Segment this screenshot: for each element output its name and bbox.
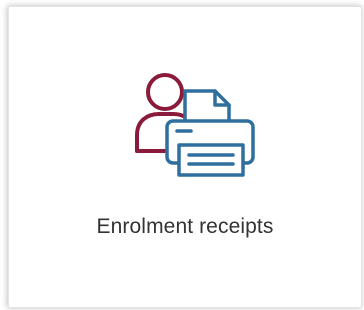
user-printer-icon-svg — [135, 73, 255, 177]
tile-label: Enrolment receipts — [96, 215, 274, 238]
user-printer-icon — [133, 67, 273, 187]
enrolment-receipts-tile[interactable]: Enrolment receipts — [8, 6, 362, 308]
